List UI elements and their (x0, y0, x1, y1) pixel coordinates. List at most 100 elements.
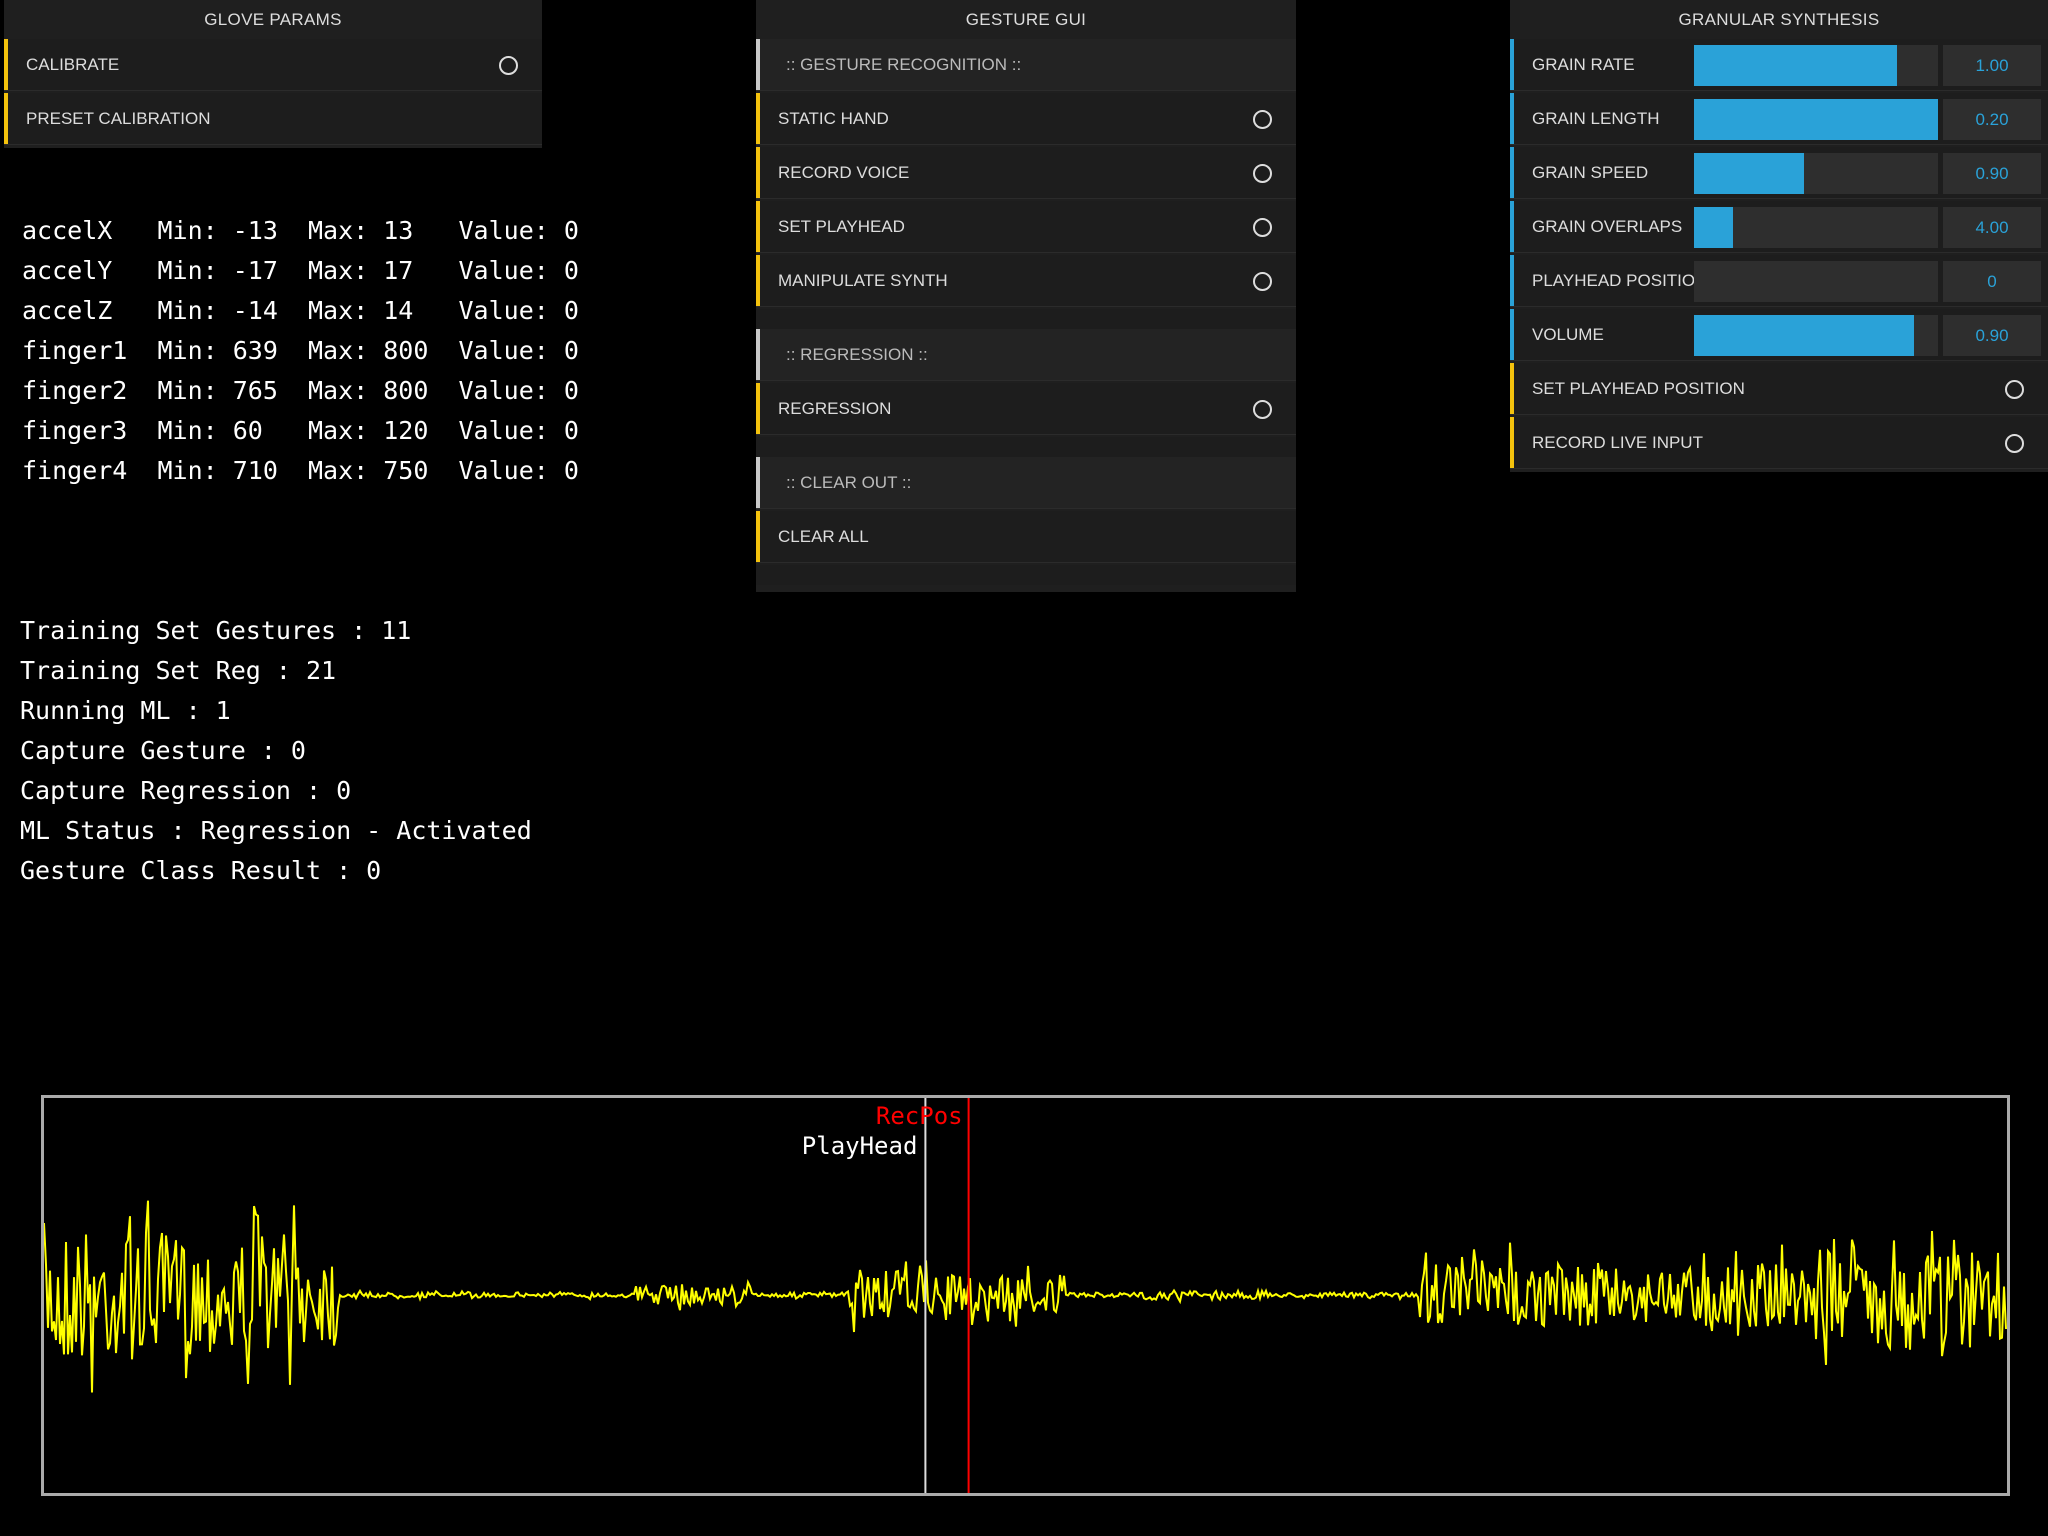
row-accent (756, 329, 760, 380)
set-playhead-button[interactable]: SET PLAYHEAD (756, 201, 1296, 253)
preset-calibration-button[interactable]: PRESET CALIBRATION (4, 93, 542, 145)
slider-fill (1694, 315, 1914, 356)
row-accent (4, 93, 8, 144)
gesture-gui-title: GESTURE GUI (965, 10, 1087, 29)
playhead-position-label: PLAYHEAD POSITION (1532, 271, 1708, 290)
manipulate-synth-button[interactable]: MANIPULATE SYNTH (756, 255, 1296, 307)
calibrate-toggle[interactable] (499, 56, 518, 75)
grain-speed-slider-row: GRAIN SPEED 0.90 (1510, 147, 2048, 199)
gesture-gui-panel: GESTURE GUI :: GESTURE RECOGNITION :: STA… (756, 0, 1296, 592)
record-live-input-label: RECORD LIVE INPUT (1532, 433, 1703, 452)
status-line: ML Status : Regression - Activated (20, 816, 532, 845)
volume-slider[interactable] (1694, 315, 1938, 356)
preset-calibration-label: PRESET CALIBRATION (26, 109, 211, 128)
grain-overlaps-slider[interactable] (1694, 207, 1938, 248)
sensor-row-finger3: finger3 Min: 60 Max: 120 Value: 0 (22, 416, 579, 445)
row-accent (756, 39, 760, 90)
section-header-label: :: CLEAR OUT :: (786, 473, 912, 492)
section-header-label: :: REGRESSION :: (786, 345, 928, 364)
grain-speed-slider[interactable] (1694, 153, 1938, 194)
glove-params-panel: GLOVE PARAMS CALIBRATE PRESET CALIBRATION (4, 0, 542, 148)
row-accent (756, 201, 760, 252)
grain-rate-label: GRAIN RATE (1532, 55, 1635, 74)
glove-params-title: GLOVE PARAMS (204, 10, 342, 29)
grain-length-slider-row: GRAIN LENGTH 0.20 (1510, 93, 2048, 145)
playhead-position-slider-row: PLAYHEAD POSITION 0 (1510, 255, 2048, 307)
set-playhead-position-button[interactable]: SET PLAYHEAD POSITION (1510, 363, 2048, 415)
section-header-label: :: GESTURE RECOGNITION :: (786, 55, 1022, 74)
row-accent (1510, 309, 1514, 360)
row-accent (756, 147, 760, 198)
waveform-display[interactable]: RecPos PlayHead (41, 1095, 2010, 1496)
regression-button[interactable]: REGRESSION (756, 383, 1296, 435)
record-live-input-toggle[interactable] (2005, 434, 2024, 453)
section-spacer (756, 437, 1296, 457)
manipulate-synth-label: MANIPULATE SYNTH (778, 271, 948, 290)
record-live-input-button[interactable]: RECORD LIVE INPUT (1510, 417, 2048, 469)
calibrate-label: CALIBRATE (26, 55, 120, 74)
static-hand-toggle[interactable] (1253, 110, 1272, 129)
slider-fill (1694, 45, 1897, 86)
row-accent (756, 511, 760, 562)
status-line: Training Set Reg : 21 (20, 656, 337, 685)
row-accent (1510, 363, 1514, 414)
row-accent (756, 93, 760, 144)
volume-slider-row: VOLUME 0.90 (1510, 309, 2048, 361)
static-hand-label: STATIC HAND (778, 109, 889, 128)
row-accent (756, 457, 760, 508)
row-accent (1510, 417, 1514, 468)
set-playhead-position-toggle[interactable] (2005, 380, 2024, 399)
row-accent (756, 383, 760, 434)
set-playhead-label: SET PLAYHEAD (778, 217, 905, 236)
section-spacer (756, 565, 1296, 585)
grain-rate-slider-row: GRAIN RATE 1.00 (1510, 39, 2048, 91)
ml-status-readout: Training Set Gestures : 11 Training Set R… (20, 611, 532, 891)
row-accent (1510, 201, 1514, 252)
waveform-trace (44, 1200, 2007, 1393)
set-playhead-position-label: SET PLAYHEAD POSITION (1532, 379, 1745, 398)
set-playhead-toggle[interactable] (1253, 218, 1272, 237)
row-accent (1510, 39, 1514, 90)
grain-length-value[interactable]: 0.20 (1943, 99, 2041, 140)
record-voice-button[interactable]: RECORD VOICE (756, 147, 1296, 199)
grain-speed-value[interactable]: 0.90 (1943, 153, 2041, 194)
regression-toggle[interactable] (1253, 400, 1272, 419)
grain-rate-value[interactable]: 1.00 (1943, 45, 2041, 86)
clear-all-button[interactable]: CLEAR ALL (756, 511, 1296, 563)
section-spacer (756, 309, 1296, 329)
static-hand-button[interactable]: STATIC HAND (756, 93, 1296, 145)
record-voice-toggle[interactable] (1253, 164, 1272, 183)
sensor-row-finger4: finger4 Min: 710 Max: 750 Value: 0 (22, 456, 579, 485)
calibrate-button[interactable]: CALIBRATE (4, 39, 542, 91)
manipulate-synth-toggle[interactable] (1253, 272, 1272, 291)
sensor-row-finger1: finger1 Min: 639 Max: 800 Value: 0 (22, 336, 579, 365)
volume-value[interactable]: 0.90 (1943, 315, 2041, 356)
grain-length-label: GRAIN LENGTH (1532, 109, 1660, 128)
sensor-row-accelX: accelX Min: -13 Max: 13 Value: 0 (22, 216, 579, 245)
status-line: Training Set Gestures : 11 (20, 616, 412, 645)
sensor-row-accelZ: accelZ Min: -14 Max: 14 Value: 0 (22, 296, 579, 325)
grain-overlaps-label: GRAIN OVERLAPS (1532, 217, 1683, 236)
sensor-readout: accelX Min: -13 Max: 13 Value: 0 accelY M… (22, 211, 579, 491)
status-line: Capture Regression : 0 (20, 776, 352, 805)
grain-overlaps-value[interactable]: 4.00 (1943, 207, 2041, 248)
sensor-row-finger2: finger2 Min: 765 Max: 800 Value: 0 (22, 376, 579, 405)
status-line: Gesture Class Result : 0 (20, 856, 382, 885)
grain-length-slider[interactable] (1694, 99, 1938, 140)
section-header: :: REGRESSION :: (756, 329, 1296, 381)
sensor-row-accelY: accelY Min: -17 Max: 17 Value: 0 (22, 256, 579, 285)
regression-label: REGRESSION (778, 399, 892, 418)
slider-fill (1694, 153, 1804, 194)
waveform-canvas: RecPosPlayHead (44, 1098, 2007, 1493)
grain-speed-label: GRAIN SPEED (1532, 163, 1649, 182)
slider-fill (1694, 99, 1938, 140)
record-voice-label: RECORD VOICE (778, 163, 910, 182)
granular-synthesis-panel: GRANULAR SYNTHESIS GRAIN RATE 1.00 GRAIN L… (1510, 0, 2048, 472)
grain-rate-slider[interactable] (1694, 45, 1938, 86)
playhead-position-slider[interactable] (1694, 261, 1938, 302)
volume-label: VOLUME (1532, 325, 1604, 344)
granular-synthesis-title: GRANULAR SYNTHESIS (1678, 10, 1880, 29)
playhead-position-value[interactable]: 0 (1943, 261, 2041, 302)
row-accent (1510, 93, 1514, 144)
recpos-label: RecPos (876, 1102, 963, 1130)
